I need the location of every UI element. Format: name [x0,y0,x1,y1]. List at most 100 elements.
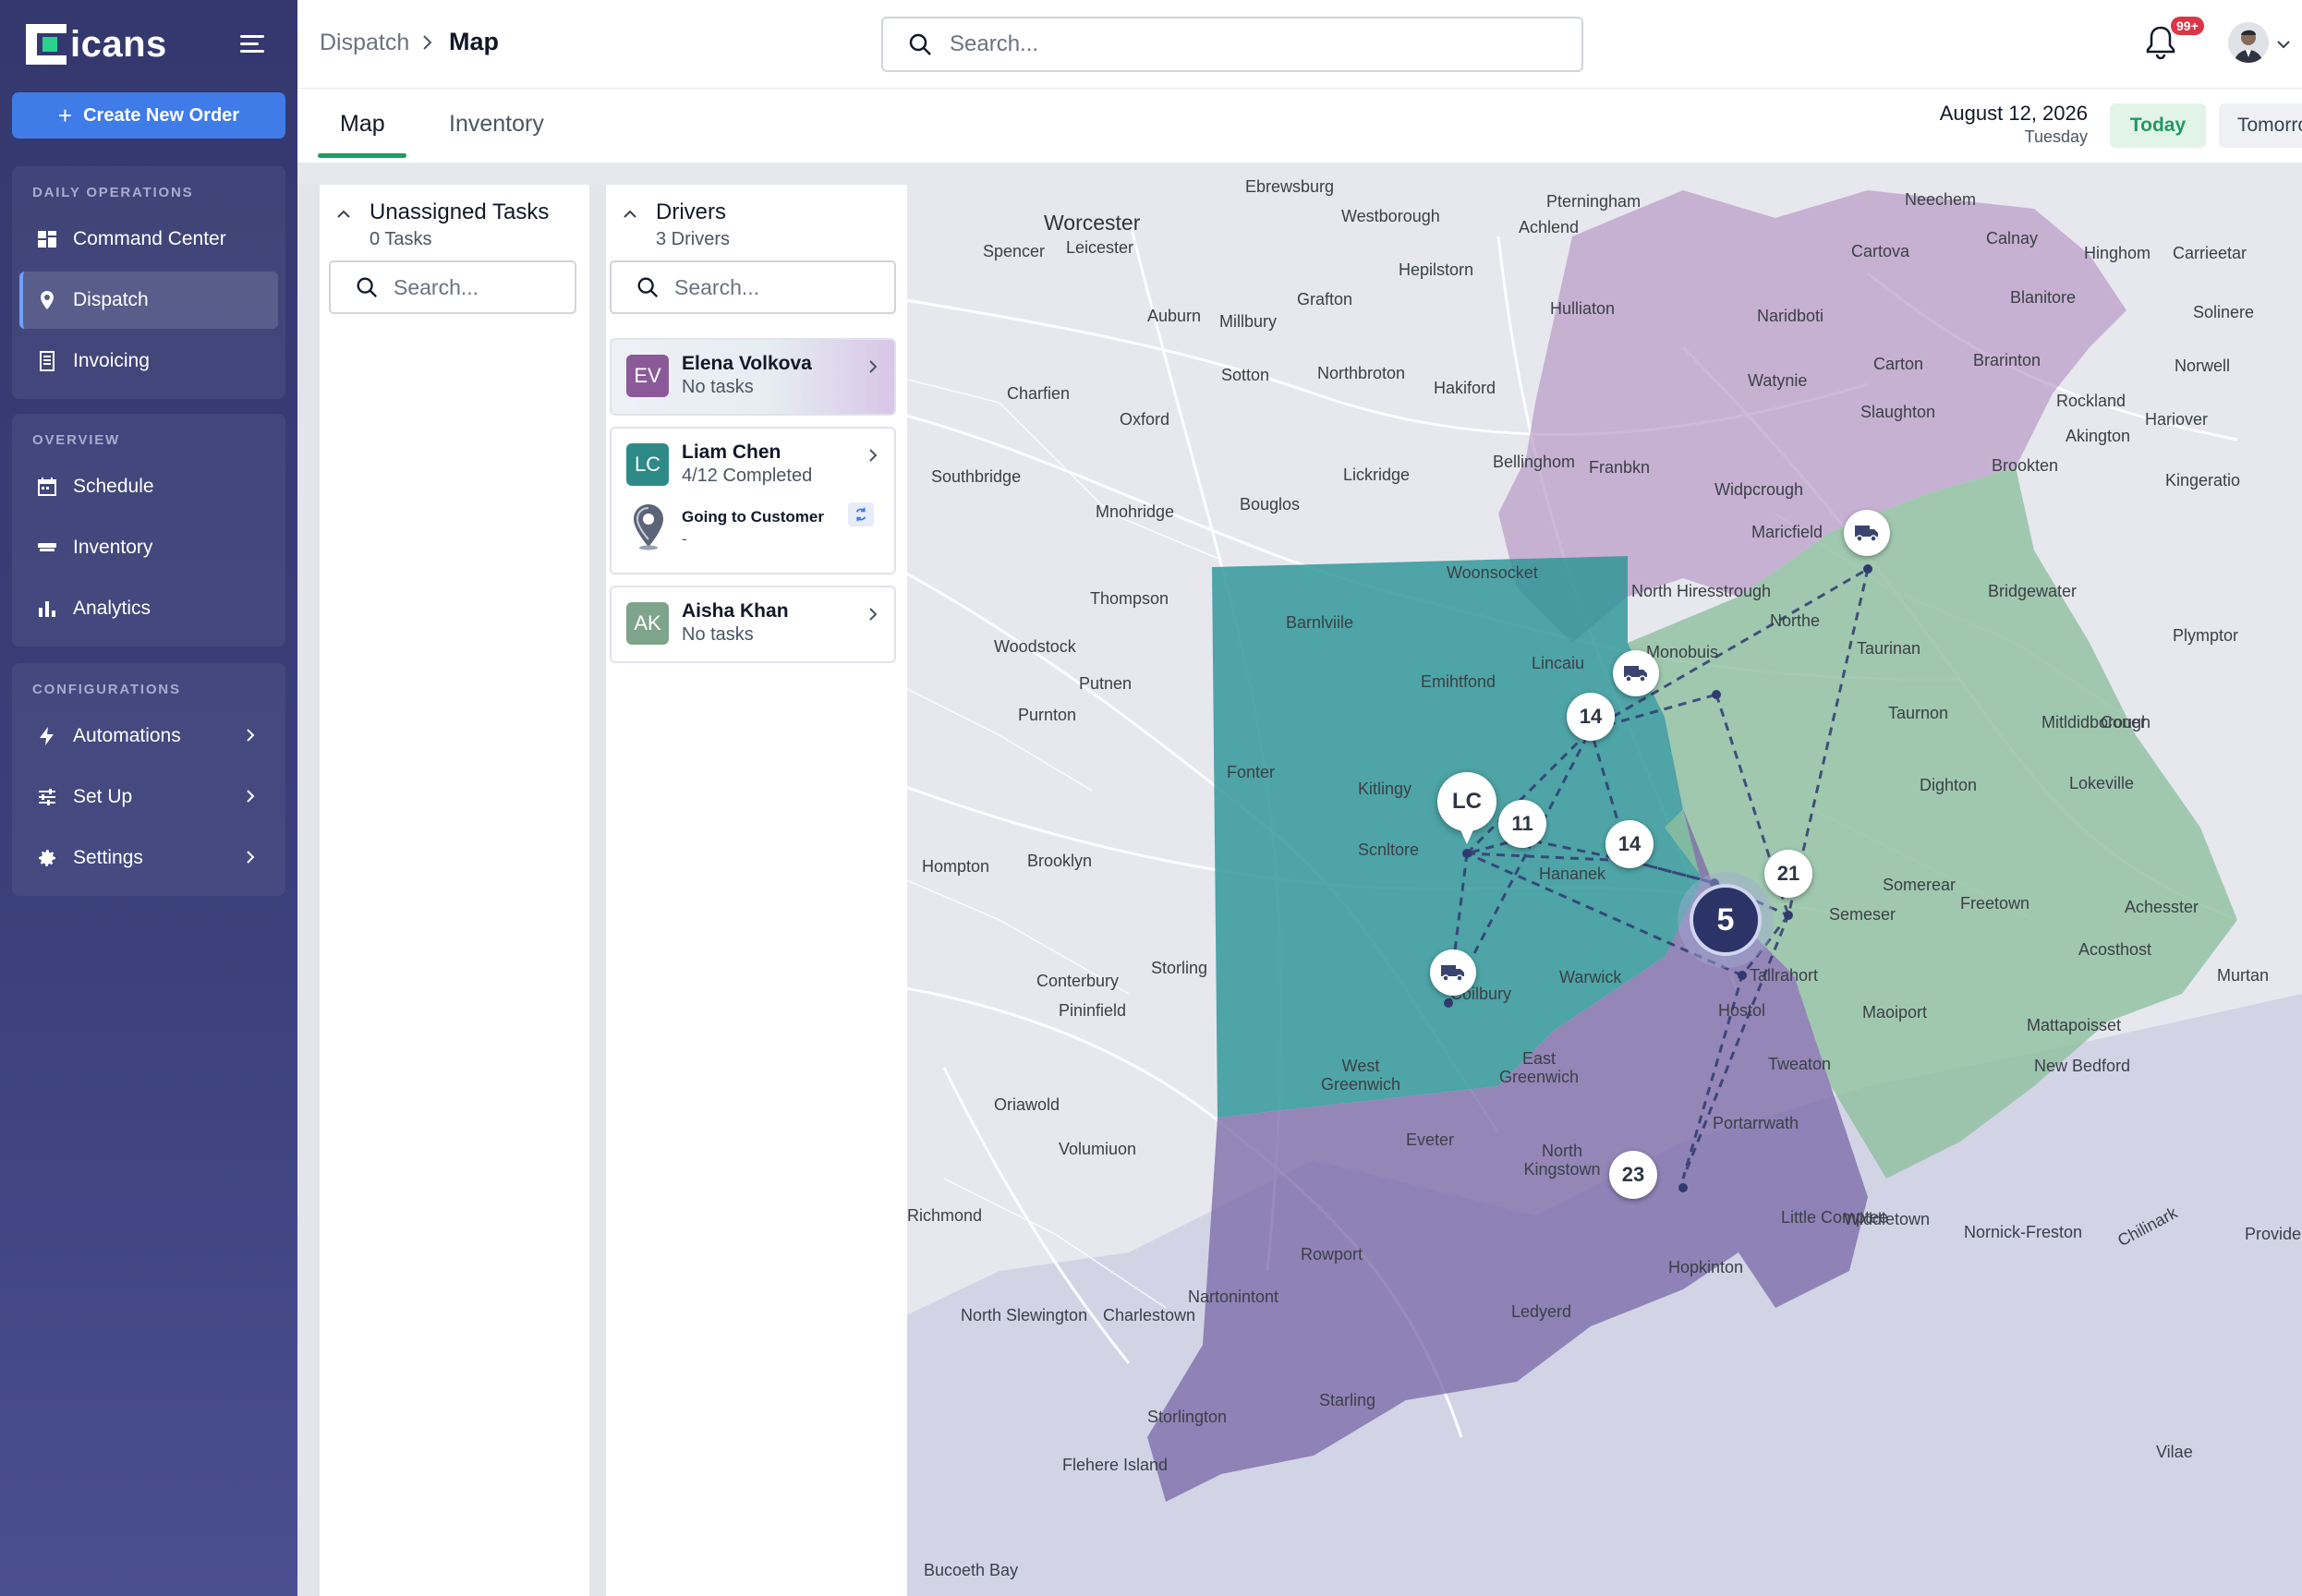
chevron-up-icon[interactable] [334,205,353,224]
sidebar-item-set-up[interactable]: Set Up [19,768,278,826]
map-town-label: Achlend [1519,218,1580,236]
map-town-label: Leicester [1066,238,1134,257]
map-town-label: Providence [2245,1225,2302,1243]
notification-badge: 99+ [2171,17,2204,35]
map-town-label: Charfien [1007,384,1071,403]
map-town-label: Norwell [2175,357,2231,375]
map-town-label: Franbkn [1589,458,1651,477]
tomorrow-button[interactable]: Tomorrow [2219,103,2302,148]
chevron-up-icon[interactable] [621,205,639,224]
map-cluster-marker[interactable]: 21 [1764,850,1812,898]
sidebar-item-invoicing[interactable]: Invoicing [19,332,278,390]
truck-marker[interactable] [1844,510,1890,556]
map-town-label: Little Comptee [1781,1208,1889,1227]
invoice-icon [36,350,58,372]
map-town-label: Pininfield [1059,1001,1127,1020]
sidebar-item-command-center[interactable]: Command Center [19,211,278,268]
panel-subtitle: 0 Tasks [370,229,432,249]
map-town-label: Bucoeth Bay [924,1561,1019,1579]
tasks-search-input[interactable] [394,274,560,300]
panel-title: Unassigned Tasks [370,200,550,224]
driver-avatar: AK [626,602,669,645]
map-town-label: Mnohridge [1096,502,1175,521]
chevron-down-icon[interactable] [2274,35,2293,54]
map-town-label: Achesster [2125,898,2199,916]
drivers-search-input[interactable] [674,274,841,300]
driver-card[interactable]: AK Aisha Khan No tasks [610,586,896,663]
drivers-panel: Drivers 3 Drivers EV Elena Volkova No ta… [606,185,907,1596]
drivers-search-box[interactable] [610,260,896,314]
tasks-search-box[interactable] [329,260,576,314]
sidebar-item-label: Schedule [73,476,154,497]
map-town-label: Putnen [1079,674,1133,693]
sidebar-item-analytics[interactable]: Analytics [19,580,278,637]
logo-text: icans [70,23,167,65]
map-cluster-marker[interactable]: 23 [1609,1151,1657,1199]
date-display[interactable]: August 12, 2026 Tuesday [1868,102,2088,147]
global-search-box[interactable] [881,17,1583,72]
user-avatar[interactable] [2228,22,2269,63]
map-cluster-marker[interactable]: 11 [1498,800,1546,848]
nav-group-daily-operations: DAILY OPERATIONS Command Center Dispatch… [12,166,285,399]
sidebar-item-automations[interactable]: Automations [19,707,278,765]
map-town-label: Storlington [1147,1408,1228,1426]
sidebar-item-inventory[interactable]: Inventory [19,519,278,576]
active-tab-indicator [318,153,406,158]
map-town-label: Mattapoisset [2027,1016,2122,1034]
map-town-label: Lincaiu [1532,654,1585,672]
location-pin-icon [36,289,58,311]
map-town-label: Bridgewater [1988,582,2078,600]
map-town-label: Oriawold [994,1095,1060,1114]
map-town-label: Starling [1319,1391,1376,1409]
tab-inventory[interactable]: Inventory [449,111,544,138]
sidebar-item-schedule[interactable]: Schedule [19,458,278,515]
map-town-label: Solinere [2193,303,2255,321]
map-focus-cluster-count: 5 [1690,884,1762,956]
sidebar-item-label: Automations [73,725,181,746]
map-town-label: Tweaton [1768,1055,1832,1073]
driver-pin-initials: LC [1437,772,1496,831]
breadcrumb-parent[interactable]: Dispatch [320,30,409,56]
map-town-label: Slaughton [1860,403,1936,421]
driver-avatar: LC [626,443,669,486]
sidebar: icans + Create New Order DAILY OPERATION… [0,0,297,1596]
truck-marker[interactable] [1613,650,1659,696]
map-focus-cluster[interactable]: 5 [1678,872,1774,968]
sidebar-item-label: Invoicing [73,350,150,371]
map-town-label: Kingeratio [2165,471,2241,490]
sidebar-item-settings[interactable]: Settings [19,829,278,887]
map-town-label: Storling [1151,959,1208,977]
today-button[interactable]: Today [2110,103,2206,148]
driver-activity: Going to Customer [682,508,824,526]
map-town-label: Murtan [2217,966,2270,985]
driver-location-pin[interactable]: LC [1437,772,1496,850]
create-new-order-button[interactable]: + Create New Order [12,92,285,139]
driver-card[interactable]: EV Elena Volkova No tasks [610,338,896,416]
destination-pin-icon [634,504,663,550]
truck-marker[interactable] [1430,949,1476,996]
nav-group-configurations: CONFIGURATIONS Automations Set Up Settin… [12,663,285,896]
map-cluster-marker[interactable]: 14 [1605,820,1654,868]
map-town-label: Lokeville [2069,774,2135,792]
driver-card[interactable]: LC Liam Chen 4/12 Completed Going to Cus… [610,427,896,574]
map-cluster-marker[interactable]: 14 [1567,693,1615,741]
global-search-input[interactable] [950,31,1504,57]
date-main: August 12, 2026 [1939,102,2088,125]
map-town-label: Cartova [1851,242,1910,260]
sidebar-item-dispatch[interactable]: Dispatch [19,272,278,329]
map-town-label: Rowport [1301,1245,1363,1264]
map-town-label: Barnlviile [1286,613,1354,632]
group-label: OVERVIEW [32,432,120,448]
lightning-icon [36,725,58,747]
map-town-label: Flehere Island [1062,1456,1169,1474]
refresh-icon[interactable] [848,502,874,526]
tab-map[interactable]: Map [340,111,385,138]
map-town-label: Brooklyn [1027,852,1093,870]
menu-toggle-icon[interactable] [240,35,264,54]
app-logo[interactable]: icans [26,24,167,65]
map-town-label: Carrieetar [2173,244,2247,262]
map-town-label: Hinghom [2084,244,2151,262]
panel-divider[interactable] [589,185,606,1596]
panel-title: Drivers [656,200,726,224]
date-weekday: Tuesday [2024,127,2088,146]
